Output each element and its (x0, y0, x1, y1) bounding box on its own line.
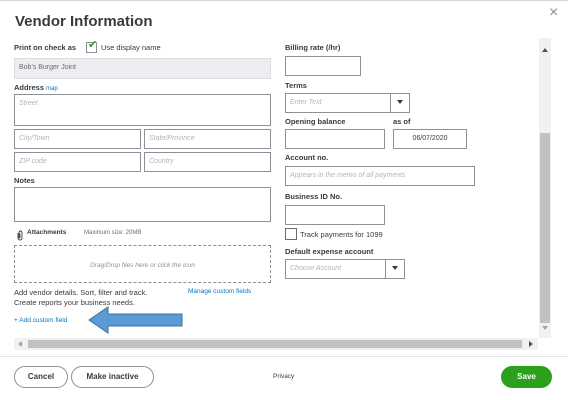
scroll-left-icon[interactable] (18, 341, 22, 347)
custom-fields-description: Add vendor details. Sort, filter and tra… (14, 288, 148, 307)
use-display-name-label: Use display name (101, 43, 161, 52)
track-1099-checkbox[interactable] (285, 228, 297, 240)
print-on-check-field[interactable]: Bob's Burger Joint (14, 58, 271, 79)
paperclip-icon[interactable] (16, 228, 24, 246)
state-field[interactable]: State/Province (144, 129, 271, 149)
terms-label: Terms (285, 81, 307, 90)
address-label-text: Address (14, 83, 45, 92)
as-of-label: as of (393, 117, 411, 126)
scroll-down-icon[interactable] (542, 326, 548, 330)
attachment-dropzone[interactable]: Drag/Drop files here or click the icon (14, 245, 271, 283)
street-field[interactable]: Street (14, 94, 271, 126)
billing-rate-field[interactable] (285, 56, 361, 76)
notes-field[interactable] (14, 187, 271, 222)
chevron-down-icon[interactable] (385, 260, 404, 278)
footer-divider (0, 356, 568, 357)
dialog-title: Vendor Information (15, 13, 153, 30)
map-link[interactable]: map (46, 86, 58, 92)
use-display-name-checkbox[interactable]: ✔ (86, 39, 98, 53)
make-inactive-button[interactable]: Make inactive (71, 366, 154, 388)
max-size-text: Maximum size: 20MB (84, 230, 142, 236)
horizontal-scroll-thumb[interactable] (28, 340, 522, 348)
zip-field[interactable]: ZIP code (14, 152, 141, 172)
as-of-date-field[interactable]: 06/07/2020 (393, 129, 467, 149)
default-expense-placeholder: Choose Account (290, 265, 342, 272)
business-id-field[interactable] (285, 205, 385, 225)
opening-balance-field[interactable] (285, 129, 385, 149)
print-on-check-text: Print on check as (14, 43, 77, 52)
track-1099-label: Track payments for 1099 (300, 230, 383, 239)
country-field[interactable]: Country (144, 152, 271, 172)
address-label: Address map (14, 83, 58, 92)
vertical-scroll-thumb[interactable] (540, 133, 550, 323)
checkmark-icon: ✔ (88, 39, 98, 51)
account-no-label: Account no. (285, 153, 329, 162)
attachments-label: Attachments (27, 229, 67, 236)
scroll-up-icon[interactable] (542, 48, 548, 52)
billing-rate-label: Billing rate (/hr) (285, 43, 341, 52)
manage-custom-fields-link[interactable]: Manage custom fields (188, 288, 251, 295)
print-on-check-label: Print on check as (14, 43, 76, 52)
close-icon[interactable]: × (549, 5, 558, 21)
business-id-label: Business ID No. (285, 192, 343, 201)
horizontal-scrollbar[interactable] (14, 338, 538, 350)
city-field[interactable]: City/Town (14, 129, 141, 149)
form-scroll-panel[interactable]: Print on check as ✔ Use display name Bob… (11, 38, 552, 352)
opening-balance-label: Opening balance (285, 117, 346, 126)
terms-dropdown[interactable]: Enter Text (285, 93, 410, 113)
default-expense-dropdown[interactable]: Choose Account (285, 259, 405, 279)
cancel-button[interactable]: Cancel (14, 366, 68, 388)
chevron-down-icon[interactable] (390, 94, 409, 112)
save-button[interactable]: Save (501, 366, 552, 388)
notes-label: Notes (14, 176, 35, 185)
terms-placeholder: Enter Text (290, 99, 322, 106)
privacy-link[interactable]: Privacy (273, 373, 294, 380)
top-border (0, 0, 568, 1)
vertical-scrollbar[interactable] (539, 38, 551, 338)
account-no-field[interactable]: Appears in the memo of all payments (285, 166, 475, 186)
add-custom-field-link[interactable]: + Add custom field (14, 317, 67, 324)
arrow-left-icon (88, 306, 183, 334)
default-expense-label: Default expense account (285, 247, 374, 256)
scroll-right-icon[interactable] (529, 341, 533, 347)
